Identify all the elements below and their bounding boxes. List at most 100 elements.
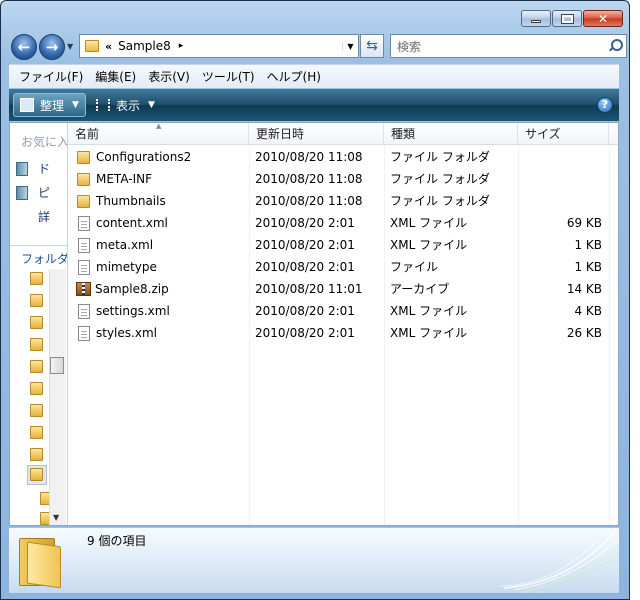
tree-folder-icon[interactable]: [30, 426, 43, 439]
file-date: 2010/08/20 11:01: [255, 282, 363, 296]
file-date: 2010/08/20 2:01: [255, 238, 355, 252]
file-size: 26 KB: [566, 326, 602, 340]
tree-folder-icon[interactable]: [30, 294, 43, 307]
favorite-link-more[interactable]: 詳: [16, 208, 50, 225]
views-icon: [95, 99, 110, 111]
menu-file[interactable]: ファイル(F): [19, 66, 83, 87]
tree-folder-icon[interactable]: [30, 404, 43, 417]
refresh-button[interactable]: ⇆: [360, 34, 384, 58]
chevron-down-icon: ▼: [72, 100, 79, 110]
table-row[interactable]: Thumbnails 2010/08/20 11:08 ファイル フォルダ: [68, 190, 618, 212]
organize-button[interactable]: 整理 ▼: [13, 93, 86, 117]
file-date: 2010/08/20 11:08: [255, 194, 363, 208]
file-name[interactable]: styles.xml: [96, 322, 157, 344]
menu-help[interactable]: ヘルプ(H): [267, 66, 321, 87]
file-size: 69 KB: [566, 216, 602, 230]
favorite-label: ピ: [38, 186, 51, 200]
column-header-type[interactable]: 種類: [384, 123, 518, 145]
large-folder-icon: [19, 534, 63, 589]
file-icon: [78, 303, 90, 319]
tree-scrollbar-thumb[interactable]: [50, 357, 64, 374]
folders-header[interactable]: フォルダ: [10, 245, 67, 267]
file-name[interactable]: settings.xml: [96, 300, 170, 322]
column-header-date[interactable]: 更新日時: [249, 123, 384, 145]
folder-icon: [77, 172, 90, 186]
file-list: ▲ 名前 更新日時 種類 サイズ Configurations2 2010/08…: [68, 122, 618, 525]
file-name[interactable]: mimetype: [96, 256, 157, 278]
file-type: アーカイブ: [390, 282, 450, 296]
favorite-link-documents[interactable]: ド: [16, 160, 50, 177]
menu-view[interactable]: 表示(V): [148, 66, 190, 87]
file-type: ファイル フォルダ: [390, 172, 490, 186]
minimize-icon: [531, 20, 541, 23]
organize-icon: [20, 98, 34, 112]
tree-folder-icon[interactable]: [30, 448, 43, 461]
breadcrumb-overflow[interactable]: «: [105, 40, 112, 53]
tree-folder-icon[interactable]: [30, 316, 43, 329]
forward-button[interactable]: →: [39, 34, 65, 60]
folder-icon: [85, 40, 99, 52]
file-size: 1 KB: [574, 260, 602, 274]
file-type: ファイル: [390, 260, 439, 274]
pictures-icon: [16, 185, 28, 200]
minimize-button[interactable]: [521, 10, 551, 27]
item-count: 9 個の項目: [87, 534, 147, 548]
tree-folder-icon[interactable]: [30, 360, 43, 373]
file-icon: [78, 237, 90, 253]
tree-folder-icon[interactable]: [30, 468, 43, 481]
table-row[interactable]: styles.xml 2010/08/20 2:01 XML ファイル 26 K…: [68, 322, 618, 344]
file-type: XML ファイル: [390, 238, 468, 252]
table-row[interactable]: content.xml 2010/08/20 2:01 XML ファイル 69 …: [68, 212, 618, 234]
command-bar: 整理 ▼ 表示 ▼ ?: [9, 89, 619, 121]
tree-scrollbar[interactable]: [49, 269, 66, 525]
file-size: [524, 146, 602, 168]
file-name[interactable]: Configurations2: [96, 146, 191, 168]
file-icon: [78, 215, 90, 231]
file-size: 14 KB: [566, 282, 602, 296]
table-row[interactable]: settings.xml 2010/08/20 2:01 XML ファイル 4 …: [68, 300, 618, 322]
back-button[interactable]: ←: [11, 34, 37, 60]
search-input[interactable]: 検索: [390, 34, 627, 58]
table-row[interactable]: meta.xml 2010/08/20 2:01 XML ファイル 1 KB: [68, 234, 618, 256]
forward-arrow-icon: →: [45, 38, 59, 56]
file-name[interactable]: Thumbnails: [96, 190, 166, 212]
help-button[interactable]: ?: [597, 97, 613, 113]
scroll-down-arrow-icon[interactable]: ▼: [53, 513, 59, 522]
search-icon[interactable]: [608, 39, 623, 53]
explorer-window: ✕ ← → ▼ « Sample8 ▸ ▼ ⇆ 検索 ファイル(F) 編集(E)…: [0, 0, 630, 600]
favorite-label: 詳: [38, 210, 51, 224]
close-icon: ✕: [597, 11, 609, 26]
caption-buttons: ✕: [521, 10, 623, 27]
file-type: ファイル フォルダ: [390, 194, 490, 208]
table-row[interactable]: META-INF 2010/08/20 11:08 ファイル フォルダ: [68, 168, 618, 190]
file-name[interactable]: content.xml: [96, 212, 168, 234]
recent-pages-dropdown[interactable]: ▼: [67, 42, 73, 51]
organize-label: 整理: [40, 98, 65, 113]
views-button[interactable]: 表示 ▼: [90, 93, 161, 117]
file-type: XML ファイル: [390, 326, 468, 340]
file-name[interactable]: META-INF: [96, 168, 152, 190]
menu-edit[interactable]: 編集(E): [95, 66, 136, 87]
column-header-size[interactable]: サイズ: [518, 123, 609, 145]
table-row[interactable]: mimetype 2010/08/20 2:01 ファイル 1 KB: [68, 256, 618, 278]
favorites-header[interactable]: お気に入: [21, 133, 67, 150]
maximize-button[interactable]: [552, 10, 582, 27]
file-type: XML ファイル: [390, 216, 468, 230]
file-date: 2010/08/20 2:01: [255, 260, 355, 274]
breadcrumb-arrow-icon[interactable]: ▸: [179, 41, 184, 51]
file-size: 4 KB: [574, 304, 602, 318]
column-header-name[interactable]: 名前: [68, 123, 249, 145]
file-name[interactable]: meta.xml: [96, 234, 153, 256]
close-button[interactable]: ✕: [583, 10, 623, 27]
tree-folder-icon[interactable]: [30, 272, 43, 285]
file-name[interactable]: Sample8.zip: [95, 278, 169, 300]
table-row[interactable]: Configurations2 2010/08/20 11:08 ファイル フォ…: [68, 146, 618, 168]
tree-folder-icon[interactable]: [30, 338, 43, 351]
breadcrumb-location[interactable]: Sample8: [118, 39, 171, 53]
address-bar[interactable]: « Sample8 ▸ ▼: [79, 34, 359, 58]
table-row[interactable]: Sample8.zip 2010/08/20 11:01 アーカイブ 14 KB: [68, 278, 618, 300]
address-dropdown-icon[interactable]: ▼: [342, 41, 358, 51]
favorite-link-pictures[interactable]: ピ: [16, 184, 50, 201]
menu-tools[interactable]: ツール(T): [202, 66, 255, 87]
tree-folder-icon[interactable]: [30, 382, 43, 395]
